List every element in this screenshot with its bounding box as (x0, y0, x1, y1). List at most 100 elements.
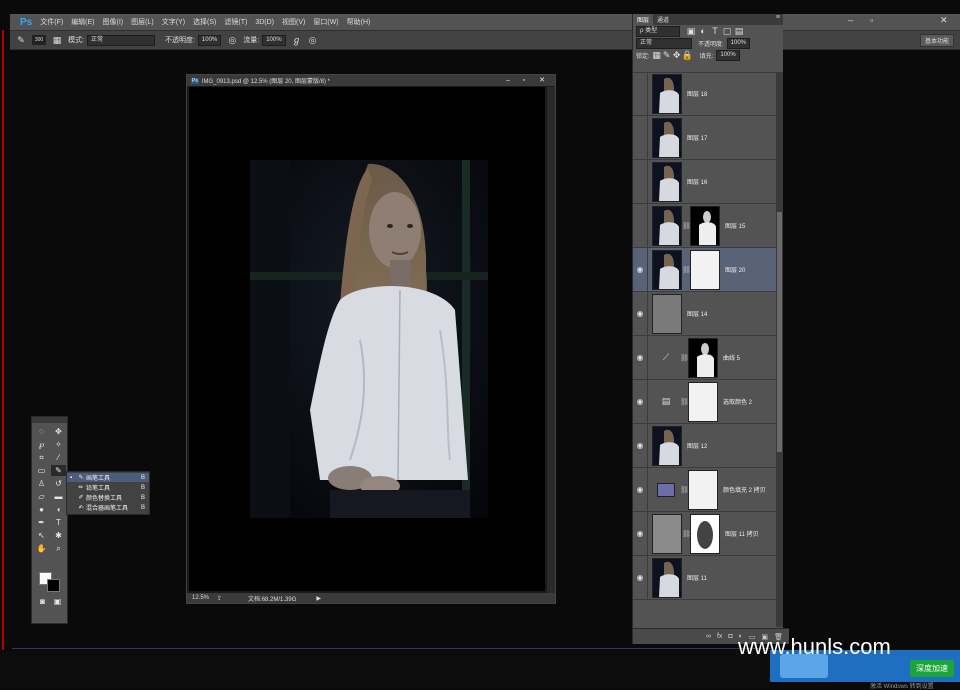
visibility-eye-icon[interactable]: ◉ (633, 133, 647, 142)
menu-file[interactable]: 文件(F) (40, 17, 63, 27)
flyout-item-mixer-brush[interactable]: ✍ 混合器画笔工具 B (67, 503, 149, 513)
pen-tool-icon[interactable]: ✒ (34, 517, 49, 528)
workspace-button[interactable]: 基本功能 (919, 34, 954, 47)
canvas-photo[interactable] (250, 160, 488, 518)
filter-pixel-icon[interactable]: ▣ (686, 26, 696, 36)
layer-row[interactable]: ◉ ▤ ⛓ 选取颜色 2 (633, 380, 776, 424)
flyout-item-color-replacement[interactable]: ✐ 颜色替换工具 B (67, 493, 149, 503)
clone-stamp-tool-icon[interactable]: ♙ (34, 478, 49, 489)
tab-layers[interactable]: 图层 (633, 14, 654, 25)
menu-select[interactable]: 选择(S) (193, 17, 216, 27)
eyedropper-tool-icon[interactable]: ⁄ (51, 452, 66, 463)
canvas[interactable] (189, 87, 545, 591)
mask-link-icon[interactable]: ⛓ (682, 222, 691, 230)
layer-mask-thumbnail[interactable] (690, 513, 720, 554)
status-menu-arrow-icon[interactable]: ▶ (316, 595, 321, 602)
zoom-level[interactable]: 12.5% (192, 595, 209, 601)
document-title-bar[interactable]: Ps IMG_0913.psd @ 12.5% (图层 20, 图层蒙版/8) … (187, 75, 555, 86)
layer-row[interactable]: ◉ 图层 12 (633, 424, 776, 468)
pressure-size-icon[interactable]: ◎ (308, 35, 318, 45)
layer-row[interactable]: ◉ ⛓ 图层 15 (633, 204, 776, 248)
layer-filter-select[interactable]: ρ 类型 (636, 25, 680, 37)
blend-mode-select[interactable]: 正常 (636, 37, 692, 49)
flyout-item-pencil[interactable]: ✏ 铅笔工具 B (67, 483, 149, 493)
pressure-opacity-icon[interactable]: ◎ (227, 35, 237, 45)
history-brush-tool-icon[interactable]: ↺ (51, 478, 66, 489)
layer-mask-thumbnail[interactable] (690, 205, 720, 246)
mask-link-icon[interactable]: ⛓ (682, 266, 691, 274)
layer-row[interactable]: ◉ ⟋ ⛓ 曲线 5 (633, 336, 776, 380)
menu-type[interactable]: 文字(Y) (162, 17, 185, 27)
lock-image-icon[interactable]: ✎ (662, 50, 672, 60)
layer-row[interactable]: ◉ ⛓ 颜色填充 2 拷贝 (633, 468, 776, 512)
doc-minimize-button[interactable]: – (501, 75, 515, 86)
lasso-tool-icon[interactable]: ℘ (34, 439, 49, 450)
lock-position-icon[interactable]: ✥ (672, 50, 682, 60)
hand-tool-icon[interactable]: ✋ (34, 543, 49, 554)
mask-link-icon[interactable]: ⛓ (680, 354, 689, 362)
marquee-tool-icon[interactable]: ◌ (34, 426, 49, 437)
menu-layer[interactable]: 图层(L) (131, 17, 154, 27)
visibility-eye-icon[interactable]: ◉ (633, 89, 647, 98)
mask-link-icon[interactable]: ⛓ (680, 486, 689, 494)
layer-style-icon[interactable]: fx (717, 633, 722, 640)
menu-help[interactable]: 帮助(H) (347, 17, 371, 27)
layer-row[interactable]: ◉ 图层 18 (633, 72, 776, 116)
layer-mask-thumbnail[interactable] (690, 249, 720, 290)
menu-window[interactable]: 窗口(W) (313, 17, 338, 27)
visibility-eye-icon[interactable]: ◉ (633, 529, 647, 538)
canvas-vertical-scrollbar[interactable] (547, 87, 555, 593)
flow-input[interactable]: 100% (262, 34, 286, 46)
type-tool-icon[interactable]: T (51, 517, 66, 528)
screen-mode-icon[interactable]: ▣ (50, 596, 65, 607)
flyout-item-brush[interactable]: ▪ ✎ 画笔工具 B (67, 473, 149, 482)
layer-mask-thumbnail[interactable] (688, 381, 718, 422)
accelerate-button[interactable]: 深度加速 (910, 660, 954, 677)
window-minimize-button[interactable]: – (848, 15, 853, 25)
window-close-button[interactable]: ✕ (940, 15, 948, 26)
mask-link-icon[interactable]: ⛓ (680, 398, 689, 406)
shape-tool-icon[interactable]: ✱ (51, 530, 66, 541)
visibility-eye-icon[interactable]: ◉ (633, 353, 647, 362)
menu-edit[interactable]: 编辑(E) (71, 17, 94, 27)
visibility-eye-icon[interactable]: ◉ (633, 441, 647, 450)
opacity-input[interactable]: 100% (197, 34, 222, 46)
menu-view[interactable]: 视图(V) (282, 17, 305, 27)
quick-mask-icon[interactable]: ◙ (35, 596, 50, 607)
healing-brush-tool-icon[interactable]: ▭ (34, 465, 49, 476)
layers-scrollbar[interactable] (776, 72, 783, 627)
gradient-tool-icon[interactable]: ▬ (51, 491, 66, 502)
layer-mask-thumbnail[interactable] (688, 469, 718, 510)
layer-row[interactable]: ◉ 图层 17 (633, 116, 776, 160)
filter-smart-icon[interactable]: ▤ (734, 26, 744, 36)
brush-tool-icon[interactable]: ✎ (51, 465, 66, 476)
menu-filter[interactable]: 滤镜(T) (224, 17, 247, 27)
layer-mask-thumbnail[interactable] (688, 337, 718, 378)
filter-shape-icon[interactable]: ▢ (722, 26, 732, 36)
doc-restore-button[interactable]: ▫ (517, 75, 531, 86)
lock-transparent-icon[interactable]: ▦ (652, 50, 662, 60)
magic-wand-tool-icon[interactable]: ✧ (51, 439, 66, 450)
lock-all-icon[interactable]: 🔒 (682, 50, 693, 60)
layer-row[interactable]: ◉ ⛓ 图层 11 拷贝 (633, 512, 776, 556)
export-icon[interactable]: ⇪ (217, 595, 222, 602)
visibility-eye-icon[interactable]: ◉ (633, 221, 647, 230)
visibility-eye-icon[interactable]: ◉ (633, 397, 647, 406)
dodge-tool-icon[interactable]: ◖ (51, 504, 66, 515)
layer-row[interactable]: ◉ 图层 11 (633, 556, 776, 600)
visibility-eye-icon[interactable]: ◉ (633, 573, 647, 582)
eraser-tool-icon[interactable]: ▱ (34, 491, 49, 502)
panel-menu-icon[interactable]: ≡ (776, 14, 780, 21)
filter-type-icon[interactable]: T (710, 26, 720, 36)
zoom-tool-icon[interactable]: ⌕ (51, 543, 66, 554)
layer-row[interactable]: ◉ ⛓ 图层 20 (633, 248, 776, 292)
mask-link-icon[interactable]: ⛓ (682, 530, 691, 538)
brush-panel-icon[interactable]: ▦ (52, 35, 62, 45)
window-restore-button[interactable]: ▫ (870, 15, 873, 25)
menu-image[interactable]: 图像(I) (103, 17, 124, 27)
link-layers-icon[interactable]: ∞ (706, 633, 711, 640)
crop-tool-icon[interactable]: ⌗ (34, 452, 49, 463)
doc-close-button[interactable]: ✕ (535, 75, 549, 86)
fill-input[interactable]: 100% (716, 49, 740, 61)
filter-adjust-icon[interactable]: ◐ (698, 26, 708, 36)
